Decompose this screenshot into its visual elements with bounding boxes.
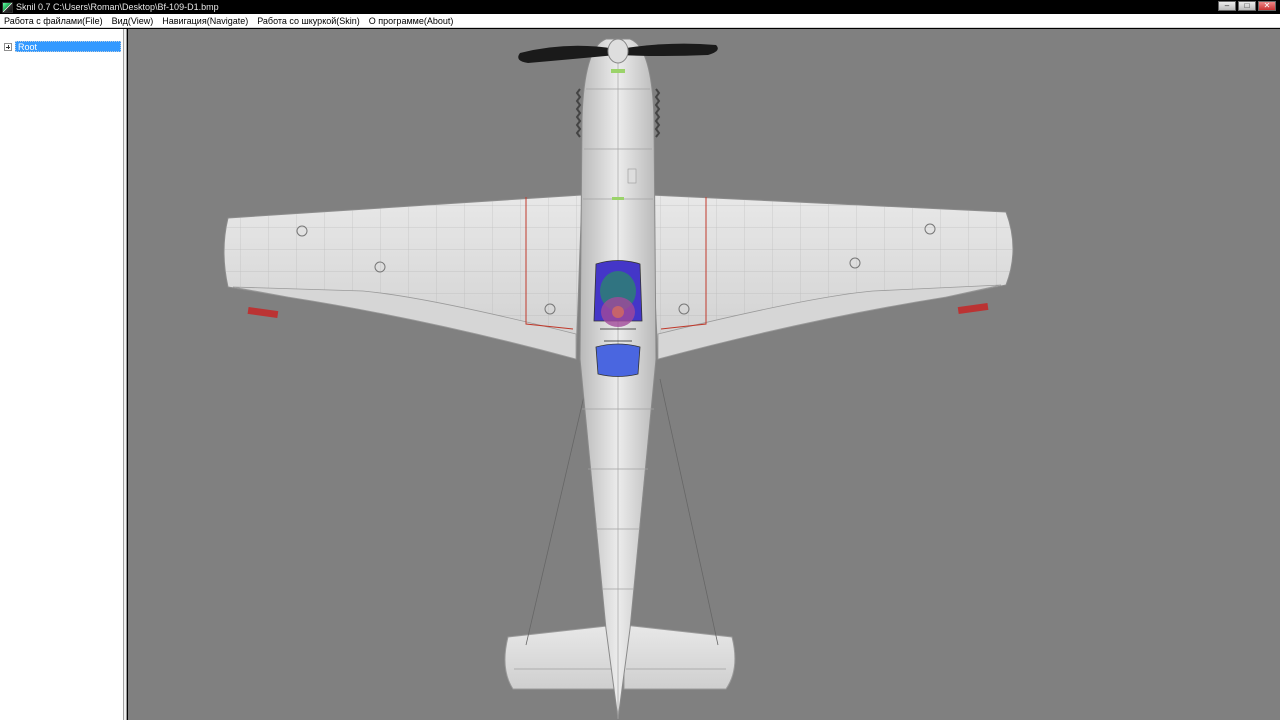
right-wing [649, 194, 1014, 360]
window-controls: – □ ✕ [1218, 1, 1276, 11]
close-button[interactable]: ✕ [1258, 1, 1276, 11]
minimize-button[interactable]: – [1218, 1, 1236, 11]
propeller [518, 38, 718, 64]
window-title: Sknil 0.7 C:\Users\Roman\Desktop\Bf-109-… [16, 2, 219, 12]
title-bar: Sknil 0.7 C:\Users\Roman\Desktop\Bf-109-… [0, 0, 1280, 14]
expand-icon[interactable] [4, 42, 12, 51]
maximize-button[interactable]: □ [1238, 1, 1256, 11]
menu-navigate[interactable]: Навигация(Navigate) [158, 16, 253, 26]
tree-node-root[interactable]: Root [4, 41, 121, 52]
left-wing [223, 194, 583, 360]
menu-file[interactable]: Работа с файлами(File) [0, 16, 108, 26]
tree-node-label[interactable]: Root [15, 41, 121, 52]
panel-splitter[interactable] [124, 29, 127, 720]
3d-viewport[interactable] [128, 29, 1280, 720]
menu-skin[interactable]: Работа со шкуркой(Skin) [253, 16, 365, 26]
menu-view[interactable]: Вид(View) [108, 16, 159, 26]
fuselage [575, 38, 661, 720]
tree-panel: Root [0, 29, 124, 720]
aircraft-model [223, 38, 1014, 720]
app-icon [2, 1, 13, 13]
menu-bar: Работа с файлами(File) Вид(View) Навигац… [0, 14, 1280, 28]
menu-about[interactable]: О программе(About) [365, 16, 459, 26]
cockpit-canopy [593, 260, 643, 377]
